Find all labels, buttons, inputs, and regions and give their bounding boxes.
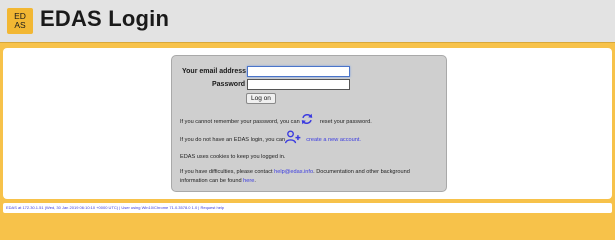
- main-content: Your email address Password Log on If yo…: [3, 48, 612, 199]
- forgot-password-suffix: reset your password.: [319, 119, 372, 125]
- add-user-icon[interactable]: [285, 130, 301, 144]
- email-label: Your email address: [182, 68, 247, 75]
- forgot-password-prefix: If you cannot remember your password, yo…: [180, 119, 300, 125]
- difficulty-suffix: . Documentation and other background: [313, 169, 410, 175]
- header-bar: ED AS EDAS Login: [0, 0, 615, 43]
- info-here-link[interactable]: here: [243, 178, 254, 184]
- difficulty-prefix: If you have difficulties, please contact: [180, 169, 273, 175]
- logo-text-bottom: AS: [14, 20, 26, 30]
- password-label: Password: [212, 81, 246, 88]
- password-field[interactable]: [247, 79, 350, 90]
- page-title: EDAS Login: [40, 6, 170, 31]
- info-text: information can be found here.: [180, 178, 256, 184]
- refresh-icon[interactable]: [300, 112, 314, 126]
- no-account-text: If you do not have an EDAS login, you ca…: [180, 137, 361, 143]
- info-prefix: information can be found: [180, 178, 242, 184]
- forgot-password-text: If you cannot remember your password, yo…: [180, 119, 372, 125]
- log-on-button[interactable]: Log on: [246, 93, 276, 104]
- footer-status-text[interactable]: EDAS at 172.30.1.51 (Wed, 30 Jan 2019 06…: [6, 205, 224, 210]
- info-suffix: .: [254, 178, 256, 184]
- help-email-link[interactable]: help@edas.info: [274, 169, 313, 175]
- difficulty-text: If you have difficulties, please contact…: [180, 169, 410, 175]
- create-account-link[interactable]: create a new account.: [306, 137, 361, 143]
- edas-logo: ED AS: [7, 8, 33, 34]
- footer-bar: EDAS at 172.30.1.51 (Wed, 30 Jan 2019 06…: [3, 203, 612, 213]
- login-panel: Your email address Password Log on If yo…: [171, 55, 447, 192]
- no-account-prefix: If you do not have an EDAS login, you ca…: [180, 137, 286, 143]
- cookies-notice: EDAS uses cookies to keep you logged in.: [180, 154, 286, 160]
- email-field[interactable]: [247, 66, 350, 77]
